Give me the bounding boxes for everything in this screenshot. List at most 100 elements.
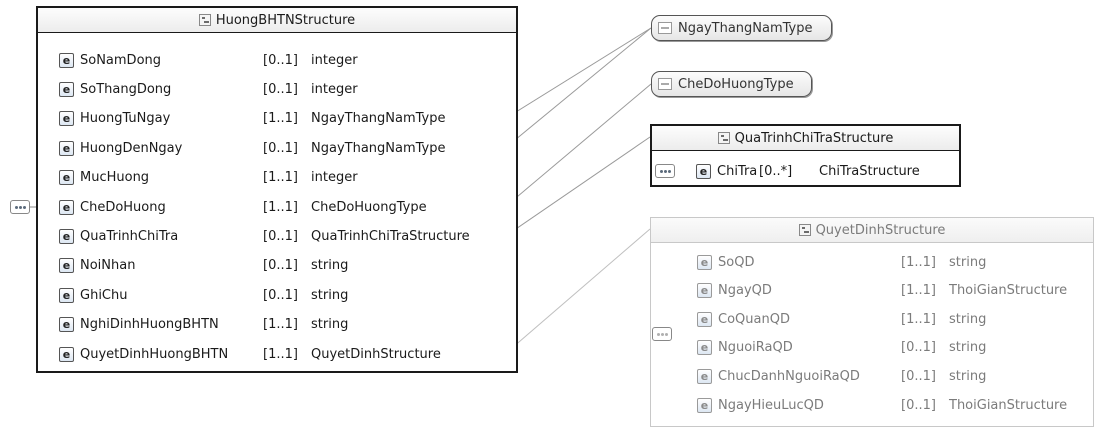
- element-row-so-thang-dong[interactable]: e SoThangDong [0..1] integer: [59, 77, 358, 101]
- element-cardinality: [0..1]: [263, 140, 298, 156]
- element-icon: e: [697, 254, 712, 270]
- element-name: CheDoHuong: [80, 199, 166, 215]
- type-reference-line: [504, 27, 652, 120]
- element-type: string: [311, 317, 349, 333]
- element-cardinality: [0..1]: [263, 258, 298, 274]
- che-do-huong-type-node[interactable]: CheDoHuongType: [651, 71, 812, 97]
- element-name: NgayHieuLucQD: [718, 397, 824, 413]
- element-name: NgayQD: [718, 283, 772, 299]
- simple-type-icon: [658, 78, 672, 90]
- element-cardinality: [1..1]: [263, 111, 298, 127]
- qua-trinh-sequence-icon[interactable]: [655, 164, 675, 178]
- element-icon: e: [59, 346, 74, 362]
- quyet-dinh-structure-box[interactable]: QuyetDinhStructure e SoQD [1..1] string e Nga…: [650, 217, 1094, 427]
- element-row-chi-tra[interactable]: e ChiTra [0..*] ChiTraStructure: [696, 159, 920, 183]
- element-row-huong-den-ngay[interactable]: e HuongDenNgay [0..1] NgayThangNamType: [59, 136, 446, 160]
- element-row-chuc-danh-nguoi-ra-qd[interactable]: e ChucDanhNguoiRaQD [0..1] string: [697, 364, 986, 388]
- element-name: HuongDenNgay: [80, 140, 183, 156]
- element-row-co-quan-qd[interactable]: e CoQuanQD [1..1] string: [697, 307, 986, 331]
- element-cardinality: [0..1]: [263, 52, 298, 68]
- ngay-thang-nam-type-node[interactable]: NgayThangNamType: [651, 15, 832, 41]
- element-icon: e: [697, 397, 712, 413]
- element-icon: e: [697, 311, 712, 327]
- element-name: SoNamDong: [80, 52, 162, 68]
- element-row-so-nam-dong[interactable]: e SoNamDong [0..1] integer: [59, 48, 358, 72]
- element-cardinality: [0..1]: [263, 287, 298, 303]
- element-icon: e: [59, 258, 74, 274]
- element-row-ngay-qd[interactable]: e NgayQD [1..1] ThoiGianStructure: [697, 279, 1067, 303]
- main-sequence-icon[interactable]: [10, 200, 30, 214]
- element-row-so-qd[interactable]: e SoQD [1..1] string: [697, 250, 986, 274]
- element-name: GhiChu: [80, 287, 128, 303]
- element-name: ChucDanhNguoiRaQD: [718, 368, 860, 384]
- element-cardinality: [1..1]: [901, 254, 936, 270]
- element-type: string: [949, 340, 987, 356]
- element-type: ThoiGianStructure: [949, 283, 1068, 299]
- element-row-noi-nhan[interactable]: e NoiNhan [0..1] string: [59, 254, 348, 278]
- huongbhtn-structure-header: HuongBHTNStructure: [38, 8, 516, 33]
- element-row-ghi-chu[interactable]: e GhiChu [0..1] string: [59, 283, 348, 307]
- element-type: NgayThangNamType: [311, 111, 446, 127]
- element-type: NgayThangNamType: [311, 140, 446, 156]
- type-reference-line: [504, 83, 652, 208]
- element-icon: e: [696, 163, 711, 179]
- element-type: integer: [311, 170, 358, 186]
- element-icon: e: [59, 228, 74, 244]
- element-type: string: [949, 311, 987, 327]
- element-type: QuaTrinhChiTraStructure: [311, 228, 470, 244]
- element-type: integer: [311, 52, 358, 68]
- element-cardinality: [1..1]: [263, 317, 298, 333]
- element-cardinality: [1..1]: [263, 199, 298, 215]
- element-type: string: [949, 254, 987, 270]
- element-type: ChiTraStructure: [819, 163, 920, 179]
- element-row-che-do-huong[interactable]: e CheDoHuong [1..1] CheDoHuongType: [59, 195, 427, 219]
- element-icon: e: [697, 340, 712, 356]
- element-cardinality: [0..*]: [759, 163, 793, 179]
- element-type: string: [311, 287, 349, 303]
- element-row-huong-tu-ngay[interactable]: e HuongTuNgay [1..1] NgayThangNamType: [59, 107, 446, 131]
- simple-type-icon: [658, 22, 672, 34]
- element-icon: e: [697, 283, 712, 299]
- complex-type-icon: [717, 132, 730, 144]
- element-cardinality: [1..1]: [901, 311, 936, 327]
- element-row-qua-trinh-chi-tra[interactable]: e QuaTrinhChiTra [0..1] QuaTrinhChiTraStruc…: [59, 224, 470, 248]
- complex-type-icon: [198, 14, 211, 26]
- ngay-thang-nam-type-label: NgayThangNamType: [678, 20, 813, 36]
- element-icon: e: [59, 140, 74, 156]
- element-type: string: [311, 258, 349, 274]
- qua-trinh-chi-tra-structure-header: QuaTrinhChiTraStructure: [652, 126, 959, 151]
- element-cardinality: [0..1]: [901, 340, 936, 356]
- element-row-quyet-dinh-huong-bhtn[interactable]: e QuyetDinhHuongBHTN [1..1] QuyetDinhStruct…: [59, 342, 441, 366]
- element-name: NoiNhan: [80, 258, 136, 274]
- element-name: QuaTrinhChiTra: [80, 228, 179, 244]
- element-type: CheDoHuongType: [311, 199, 427, 215]
- quyet-dinh-sequence-icon[interactable]: [652, 327, 672, 341]
- element-row-ngay-hieu-luc-qd[interactable]: e NgayHieuLucQD [0..1] ThoiGianStructure: [697, 393, 1067, 417]
- element-name: NghiDinhHuongBHTN: [80, 317, 219, 333]
- qua-trinh-chi-tra-structure-box[interactable]: QuaTrinhChiTraStructure e ChiTra [0..*] Chi…: [650, 124, 961, 187]
- element-name: QuyetDinhHuongBHTN: [80, 346, 229, 362]
- element-type: QuyetDinhStructure: [311, 346, 441, 362]
- qua-trinh-chi-tra-structure-title: QuaTrinhChiTraStructure: [734, 130, 894, 146]
- element-cardinality: [1..1]: [263, 170, 298, 186]
- element-cardinality: [0..1]: [901, 368, 936, 384]
- complex-type-icon: [798, 224, 811, 236]
- element-name: CoQuanQD: [718, 311, 790, 327]
- huongbhtn-structure-box[interactable]: HuongBHTNStructure e SoNamDong [0..1] integ…: [36, 6, 518, 373]
- element-name: NguoiRaQD: [718, 340, 793, 356]
- element-row-muc-huong[interactable]: e MucHuong [1..1] integer: [59, 166, 358, 190]
- element-icon: e: [59, 317, 74, 333]
- element-name: ChiTra: [717, 163, 758, 179]
- element-type: string: [949, 368, 987, 384]
- element-row-nghi-dinh-huong-bhtn[interactable]: e NghiDinhHuongBHTN [1..1] string: [59, 313, 348, 337]
- element-icon: e: [59, 81, 74, 97]
- element-cardinality: [0..1]: [263, 81, 298, 97]
- element-type: integer: [311, 81, 358, 97]
- element-icon: e: [59, 111, 74, 127]
- element-row-nguoi-ra-qd[interactable]: e NguoiRaQD [0..1] string: [697, 336, 986, 360]
- type-reference-line: [504, 136, 651, 237]
- element-icon: e: [697, 368, 712, 384]
- type-reference-line: [504, 27, 652, 149]
- element-cardinality: [1..1]: [901, 283, 936, 299]
- element-icon: e: [59, 199, 74, 215]
